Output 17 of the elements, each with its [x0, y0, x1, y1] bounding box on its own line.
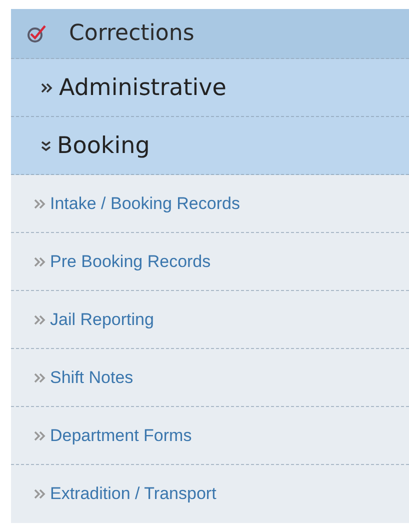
double-chevron-right-icon: [34, 314, 46, 324]
menu-link[interactable]: Intake / Booking Records: [11, 175, 409, 233]
menu-link[interactable]: Shift Notes: [11, 349, 409, 407]
check-circle-icon: [27, 24, 47, 42]
double-chevron-right-icon: [34, 489, 46, 499]
section-header[interactable]: Administrative: [11, 59, 409, 117]
section-header[interactable]: Booking: [11, 117, 409, 175]
menu-header[interactable]: Corrections: [11, 9, 409, 59]
menu-link[interactable]: Department Forms: [11, 407, 409, 465]
menu-title: Corrections: [69, 21, 194, 46]
menu-link[interactable]: Jail Reporting: [11, 291, 409, 349]
menu-link[interactable]: Pre Booking Records: [11, 233, 409, 291]
double-chevron-right-icon: [34, 256, 46, 266]
menu-link[interactable]: Extradition / Transport: [11, 465, 409, 523]
double-chevron-right-icon: [34, 430, 46, 440]
double-chevron-right-icon: [34, 372, 46, 382]
double-chevron-right-icon: [34, 198, 46, 208]
